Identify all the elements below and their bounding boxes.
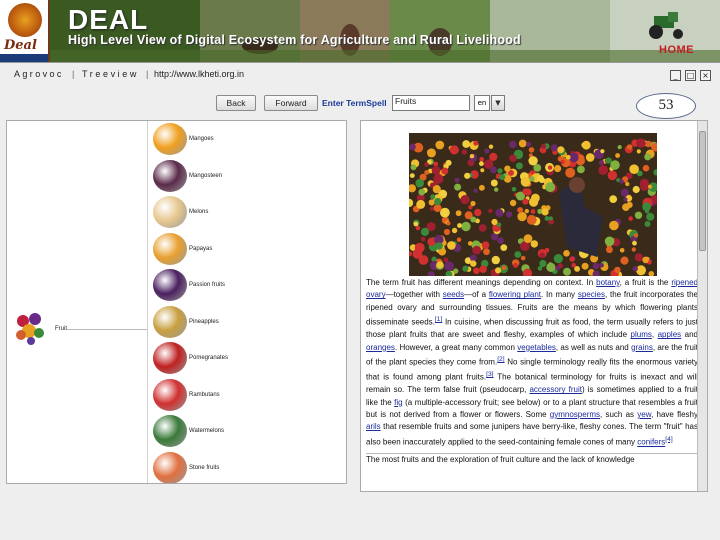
term-input[interactable]: Fruits <box>392 95 470 111</box>
scrollbar-thumb[interactable] <box>699 131 706 251</box>
fruit-thumbnail[interactable] <box>153 305 187 338</box>
link-conifers[interactable]: conifers <box>637 438 665 447</box>
tree-item-label[interactable]: Mangosteen <box>189 173 222 179</box>
header-banner: Deal DEAL High Level View of Digital Eco… <box>0 0 720 62</box>
fruit-thumbnail[interactable] <box>153 378 187 411</box>
tab-separator: | <box>146 69 149 79</box>
link-yew[interactable]: yew <box>637 410 651 419</box>
ref-3[interactable]: [3] <box>486 371 493 378</box>
banner-title: DEAL <box>68 4 149 35</box>
description-footer: The most fruits and the exploration of f… <box>366 452 698 466</box>
fruit-thumbnail[interactable] <box>153 269 187 301</box>
link-accessory-fruit[interactable]: accessory fruit <box>529 385 581 394</box>
link-species[interactable]: species <box>578 290 605 299</box>
tree-item-label[interactable]: Pineapples <box>189 319 219 325</box>
link-arils[interactable]: arils <box>366 422 381 431</box>
link-fig[interactable]: fig <box>394 398 402 407</box>
tree-item-label[interactable]: Stone fruits <box>189 465 219 471</box>
chevron-down-icon[interactable]: ▼ <box>491 95 505 111</box>
link-oranges[interactable]: oranges <box>366 343 395 352</box>
tree-item-label[interactable]: Melons <box>189 209 208 215</box>
maximize-button[interactable]: □ <box>685 70 696 81</box>
deal-logo: Deal <box>0 0 50 62</box>
ref-2[interactable]: [2] <box>497 356 504 363</box>
link-flowering-plant[interactable]: flowering plant <box>489 290 541 299</box>
description-scrollbar[interactable] <box>697 121 707 491</box>
tab-separator: | <box>72 69 75 79</box>
minimize-button[interactable]: _ <box>670 70 681 81</box>
tab-treeview[interactable]: Treeview <box>82 69 139 79</box>
fruit-thumbnail[interactable] <box>153 123 187 155</box>
logo-strip <box>0 54 48 62</box>
fruit-thumbnail[interactable] <box>153 451 187 483</box>
link-plums[interactable]: plums <box>631 330 652 339</box>
logo-text: Deal <box>4 38 37 53</box>
app-window: Agrovoc | Treeview | http://www.lkheti.o… <box>0 62 720 540</box>
tree-item-label[interactable]: Watermelons <box>189 428 224 434</box>
fruit-thumbnail[interactable] <box>153 196 187 228</box>
banner-subtitle: High Level View of Digital Ecosystem for… <box>68 33 521 47</box>
tractor-icon <box>649 12 683 39</box>
slide-number: 53 <box>636 93 696 119</box>
forward-button[interactable]: Forward <box>264 95 318 111</box>
tree-item-label[interactable]: Mangoes <box>189 136 214 142</box>
fruit-market-image <box>409 133 657 276</box>
fruit-thumbnail[interactable] <box>153 159 187 192</box>
link-apples[interactable]: apples <box>658 330 682 339</box>
close-button[interactable]: × <box>700 70 711 81</box>
fruit-thumbnail[interactable] <box>153 232 187 265</box>
home-link[interactable]: HOME <box>659 44 694 56</box>
ref-4[interactable]: [4] <box>665 436 672 443</box>
link-botany[interactable]: botany <box>596 278 619 287</box>
tree-item-label[interactable]: Passion fruits <box>189 282 225 288</box>
link-vegetables[interactable]: vegetables <box>517 343 556 352</box>
link-grains[interactable]: grains <box>631 343 653 352</box>
tree-item-label[interactable]: Rambutans <box>189 392 220 398</box>
tree-item-label[interactable]: Pomegranates <box>189 355 228 361</box>
term-label: Enter TermSpell <box>322 98 387 108</box>
tree-root-label[interactable]: Fruit <box>55 326 67 332</box>
language-select[interactable]: en <box>474 95 490 111</box>
link-seeds[interactable]: seeds <box>443 290 464 299</box>
description-panel: The term fruit has different meanings de… <box>360 120 708 492</box>
logo-sun-emblem <box>8 3 42 37</box>
fruit-thumbnail[interactable] <box>153 415 187 447</box>
fruit-basket-icon[interactable] <box>13 311 47 347</box>
back-button[interactable]: Back <box>216 95 256 111</box>
tab-agrovoc[interactable]: Agrovoc <box>14 69 64 79</box>
description-text: The term fruit has different meanings de… <box>366 277 698 466</box>
tree-view-panel: Fruit Mangoes Mangosteen Melons Papayas Pass… <box>6 120 347 484</box>
tree-divider <box>147 121 148 483</box>
tree-item-label[interactable]: Papayas <box>189 246 212 252</box>
tree-branch-line <box>67 329 147 330</box>
link-gymnosperms[interactable]: gymnosperms <box>550 410 600 419</box>
fruit-thumbnail[interactable] <box>153 342 187 374</box>
banner-photo-strip <box>50 0 720 62</box>
tab-bar: Agrovoc | Treeview | http://www.lkheti.o… <box>0 69 720 83</box>
url-display: http://www.lkheti.org.in <box>154 69 245 79</box>
